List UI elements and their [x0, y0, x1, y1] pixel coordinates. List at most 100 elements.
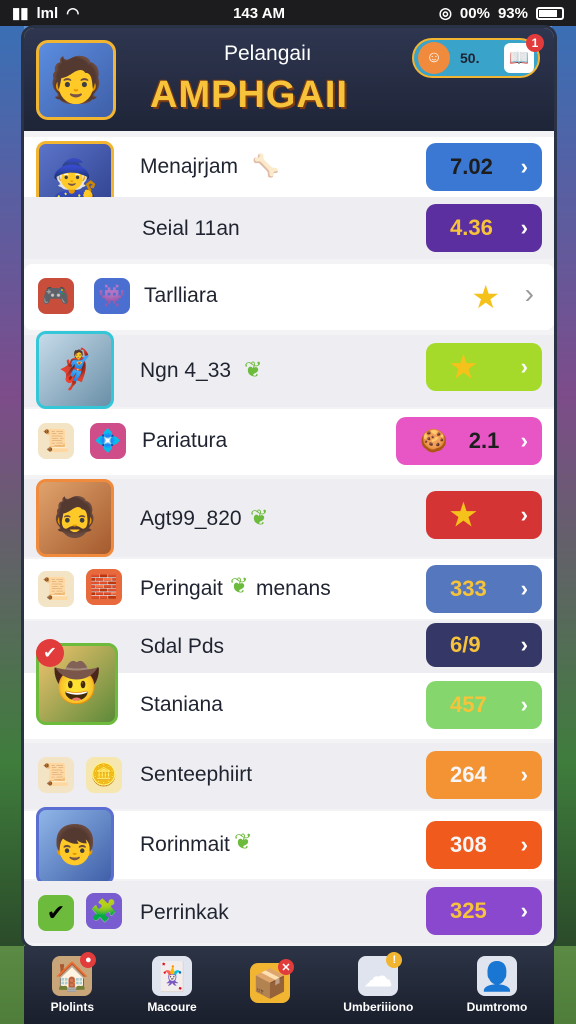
list-item[interactable]: 📜 🧱 Peringait ❦ menans 333 ›: [24, 559, 554, 619]
value-button[interactable]: 325 ›: [426, 887, 542, 935]
gem-icon: 💠: [90, 423, 126, 459]
row-value: 308: [450, 832, 487, 857]
cards-icon: 🃏: [151, 956, 192, 996]
list-item[interactable]: 🦸 Ngn 4_33 ❦ ★ ›: [24, 331, 554, 409]
list-item[interactable]: 🎮 👾 Tarlliara ★ ›: [24, 264, 554, 330]
leaf-icon: ❦: [250, 505, 269, 530]
profile-icon: 👤: [476, 956, 517, 996]
chevron-right-icon: ›: [520, 215, 528, 240]
list-item[interactable]: 👦 Rorinmait ❦ 308 ›: [24, 807, 554, 885]
nav-label: Dumtromo: [466, 1000, 528, 1014]
row-label: Senteephiirt: [140, 763, 253, 786]
hero-portrait-icon: 🧑: [48, 56, 104, 105]
row-value: 2.1: [468, 428, 500, 453]
chest-icon: 📦 ✕: [249, 959, 294, 1003]
list-item[interactable]: 🧙 Menajrjam 🦴 7.02 ›: [24, 137, 554, 219]
coin-icon: 🪙: [86, 757, 122, 793]
battery-icon: [535, 6, 564, 20]
row-label: Peringait: [140, 577, 223, 600]
alarm-icon: ◎: [438, 5, 452, 22]
character-coin-icon: ☺: [418, 42, 450, 74]
nav-item-plolints[interactable]: 🏠 ● Plolints: [50, 952, 97, 1014]
row-value: 264: [450, 762, 487, 787]
star-icon: ★: [450, 498, 477, 532]
nav-item-center[interactable]: 📦 ✕: [249, 959, 294, 1007]
scroll-icon: 📜: [38, 423, 74, 459]
list-item[interactable]: ✔ 🧩 Perrinkak 325 ›: [24, 881, 554, 943]
scroll-icon: 📜: [38, 571, 74, 607]
signal-icon: ▮▮: [12, 5, 29, 22]
row-label: Seial 11an: [142, 217, 240, 240]
leaf-icon: ❦: [244, 357, 263, 382]
nav-item-macoure[interactable]: 🃏 Macoure: [147, 956, 197, 1014]
row-value: 4.36: [450, 215, 493, 240]
bottom-nav: 🏠 ● Plolints 🃏 Macoure 📦 ✕ ☁! Umberiiiono …: [24, 946, 554, 1024]
row-label-secondary: menans: [256, 577, 331, 600]
treasure-icon: 🏠 ●: [52, 952, 97, 996]
row-value: 333: [450, 576, 487, 601]
list-item[interactable]: 📜 💠 Pariatura 🍪 2.1 ›: [24, 409, 554, 475]
currency-pill[interactable]: ☺ 50. 📖 1: [412, 34, 544, 78]
value-button[interactable]: 🍪 2.1 ›: [396, 417, 542, 465]
value-button[interactable]: 308 ›: [426, 821, 542, 869]
scroll-icon: 📜: [38, 757, 74, 793]
row-value: 6/9: [450, 632, 481, 657]
clock: 143 AM: [233, 4, 286, 22]
value-button[interactable]: 4.36 ›: [426, 204, 542, 252]
value-button[interactable]: 457 ›: [426, 681, 542, 729]
value-button[interactable]: 264 ›: [426, 751, 542, 799]
notification-badge: ●: [80, 952, 97, 968]
status-bar: ▮▮ lml ◠ 143 AM ◎ 00% 93%: [0, 0, 576, 26]
check-badge-icon: ✔: [36, 639, 64, 667]
list-item[interactable]: 📜 🪙 Senteephiirt 264 ›: [24, 743, 554, 809]
chevron-right-icon: ›: [520, 832, 528, 857]
warrior-avatar-icon: 🦸: [36, 331, 114, 409]
background-scene-left: [0, 26, 24, 946]
nav-label: Macoure: [147, 1000, 197, 1014]
boy-avatar-icon: 👦: [36, 807, 114, 885]
close-badge: ✕: [277, 959, 294, 975]
nav-label: Plolints: [50, 1000, 94, 1014]
hero-avatar-icon: 🧔: [36, 479, 114, 557]
nav-item-dumtromo[interactable]: 👤 Dumtromo: [466, 956, 528, 1014]
header-subtitle: Pelangaiı: [224, 42, 312, 65]
row-label: Pariatura: [142, 429, 228, 452]
row-label: Agt99_820: [140, 507, 242, 530]
main-panel: 🧑 Pelangaiı AMPHGAII ☺ 50. 📖 1 🧙 Menajrj…: [24, 28, 554, 946]
bone-icon: 🦴: [252, 153, 280, 178]
list-item[interactable]: Seial 11an 4.36 ›: [24, 197, 554, 259]
chevron-right-icon: ›: [520, 154, 528, 179]
header: 🧑 Pelangaiı AMPHGAII ☺ 50. 📖 1: [24, 28, 554, 131]
row-label: Sdal Pds: [140, 635, 225, 658]
status-value-a: 00%: [459, 4, 490, 22]
value-button[interactable]: 6/9 ›: [426, 623, 542, 667]
game-title: AMPHGAII: [150, 74, 348, 116]
row-label: Perrinkak: [140, 901, 229, 924]
row-label: Rorinmait: [140, 833, 230, 856]
game-tile-icon: 🎮: [38, 278, 74, 314]
chevron-right-icon: ›: [520, 898, 528, 923]
check-icon: ✔: [38, 895, 74, 931]
row-value: 325: [450, 898, 487, 923]
nav-item-umberiiiono[interactable]: ☁! Umberiiiono: [343, 952, 413, 1014]
notification-badge: 1: [526, 34, 544, 52]
list-item[interactable]: 🧔 Agt99_820 ❦ ★ ›: [24, 479, 554, 557]
chevron-right-icon: ›: [520, 428, 528, 453]
currency-value: 50.: [460, 50, 480, 66]
carrier-label: lml: [36, 4, 59, 22]
star-icon: ★: [450, 350, 477, 384]
value-button[interactable]: ★ ›: [426, 343, 542, 391]
value-button[interactable]: ★ ›: [426, 491, 542, 539]
chevron-right-icon[interactable]: ›: [525, 278, 534, 310]
value-button[interactable]: 7.02 ›: [426, 143, 542, 191]
row-label: Tarlliara: [144, 284, 218, 307]
value-button[interactable]: 333 ›: [426, 565, 542, 613]
row-value: 457: [450, 692, 487, 717]
chevron-right-icon: ›: [520, 632, 528, 657]
leaf-icon: ❦: [234, 829, 253, 854]
list-item[interactable]: 🤠 ✔ Staniana 457 ›: [24, 639, 554, 739]
chevron-right-icon: ›: [520, 692, 528, 717]
player-avatar[interactable]: 🧑: [36, 40, 116, 120]
chevron-right-icon: ›: [520, 354, 528, 379]
leaf-icon: ❦: [230, 573, 249, 598]
